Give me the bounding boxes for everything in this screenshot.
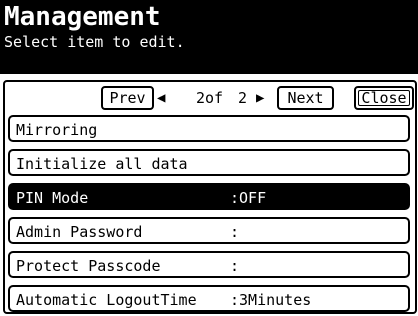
page-indicator-current: 2of [196,89,224,107]
management-screen: Management Select item to edit. Prev ◀ 2… [0,0,418,316]
item-label: Protect Passcode [16,257,161,275]
item-label: Mirroring [16,121,98,139]
item-value: :3Minutes [230,291,312,309]
item-label: PIN Mode [16,189,89,207]
list-item-mirroring[interactable]: Mirroring [8,115,410,142]
list-item-admin-password[interactable]: Admin Password : [8,217,410,244]
list-item-automatic-logout-time[interactable]: Automatic LogoutTime :3Minutes [8,285,410,312]
list-item-pin-mode[interactable]: PIN Mode :OFF [8,183,410,210]
item-value: : [230,257,240,275]
arrow-left-icon: ◀ [157,90,166,106]
list-item-protect-passcode[interactable]: Protect Passcode : [8,251,410,278]
item-label: Initialize all data [16,155,188,173]
item-label: Automatic LogoutTime [16,291,197,309]
item-value: : [230,223,240,241]
item-value: :OFF [230,189,267,207]
item-label: Admin Password [16,223,143,241]
page-title: Management [4,2,161,32]
prev-button[interactable]: Prev [101,86,154,110]
header-bar: Management Select item to edit. [0,0,418,74]
page-indicator-total: 2 [238,89,248,107]
close-button[interactable]: Close [354,86,414,110]
next-button[interactable]: Next [277,86,334,110]
page-subtitle: Select item to edit. [4,33,185,51]
arrow-right-icon: ▶ [256,90,265,106]
list-item-initialize-all-data[interactable]: Initialize all data [8,149,410,176]
